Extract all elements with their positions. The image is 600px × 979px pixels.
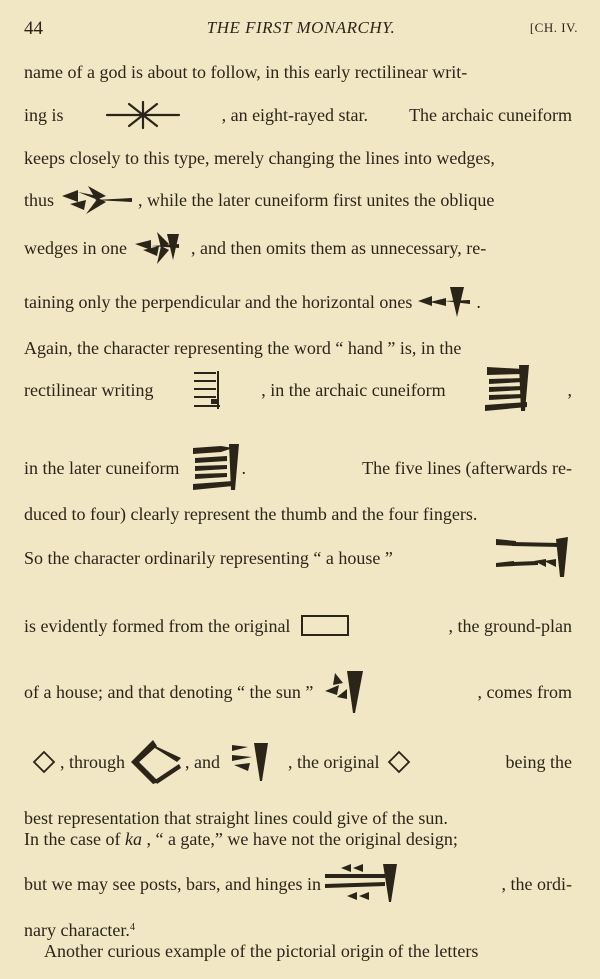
running-header: 44 THE FIRST MONARCHY. [CH. IV. bbox=[24, 18, 578, 44]
text-line-17: but we may see posts, bars, and hinges i… bbox=[24, 864, 572, 902]
text-line-11: So the character ordinarily representing… bbox=[24, 537, 572, 577]
perpendicular-horizontal-glyph bbox=[416, 285, 472, 319]
text-line-8: rectilinear writing , in the archaic cun… bbox=[24, 365, 572, 411]
text-line-10: duced to four) clearly represent the thu… bbox=[24, 504, 478, 524]
text-line-4: thus , while the later cuneiform first u… bbox=[24, 186, 572, 214]
text-line-18: nary character.4 bbox=[24, 920, 135, 940]
text-line-19: Another curious example of the pictorial… bbox=[44, 941, 479, 961]
running-title: THE FIRST MONARCHY. bbox=[206, 18, 396, 37]
sun-cuneiform-glyph bbox=[323, 669, 367, 715]
house-cuneiform-glyph bbox=[494, 537, 572, 579]
later-star-wedge-glyph bbox=[133, 230, 185, 266]
text-line-14: , through , and , the original being the bbox=[24, 740, 572, 784]
text-line-12: is evidently formed from the original , … bbox=[24, 613, 572, 639]
text-line-1: name of a god is about to follow, in thi… bbox=[24, 62, 468, 82]
text-line-9: in the later cuneiform . The five lines … bbox=[24, 444, 572, 490]
sun-later-glyph bbox=[230, 741, 272, 783]
text-line-6: taining only the perpendicular and the h… bbox=[24, 287, 572, 317]
archaic-star-wedge-glyph bbox=[58, 182, 134, 218]
text-line-5: wedges in one , and then omits them as u… bbox=[24, 232, 572, 264]
later-hand-glyph bbox=[191, 444, 241, 492]
archaic-hand-glyph bbox=[483, 365, 531, 415]
book-page: 44 THE FIRST MONARCHY. [CH. IV. name of … bbox=[0, 0, 600, 979]
footnote-reference[interactable]: 4 bbox=[130, 922, 135, 933]
text-line-13: of a house; and that denoting “ the sun … bbox=[24, 671, 572, 713]
text-line-15: best representation that straight lines … bbox=[24, 808, 448, 828]
text-line-2: ing is , an eight-rayed star. The archai… bbox=[24, 100, 572, 130]
text-line-7: Again, the character representing the wo… bbox=[24, 338, 462, 358]
eight-rayed-star-glyph bbox=[105, 100, 181, 130]
chapter-marker: [CH. IV. bbox=[529, 20, 578, 35]
rectilinear-hand-glyph bbox=[190, 369, 224, 411]
italic-term-ka: ka bbox=[124, 829, 142, 849]
gate-cuneiform-glyph bbox=[323, 862, 403, 906]
text-line-3: keeps closely to this type, merely chang… bbox=[24, 148, 495, 168]
diamond-glyph bbox=[32, 750, 56, 774]
diamond-original-glyph bbox=[387, 750, 411, 774]
text-line-16: In the case of ka , “ a gate,” we have n… bbox=[24, 829, 458, 849]
house-ground-plan-rectangle bbox=[300, 613, 352, 639]
sun-intermediate-glyph bbox=[125, 736, 185, 788]
